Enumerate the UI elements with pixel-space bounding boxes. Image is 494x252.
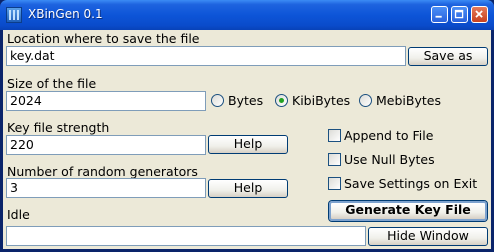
bytes-radio[interactable]	[211, 94, 224, 107]
maximize-button[interactable]	[451, 6, 468, 23]
mebibytes-radio-label[interactable]: MebiBytes	[376, 93, 441, 108]
use-null-bytes-checkbox[interactable]	[328, 153, 341, 166]
save-settings-checkbox[interactable]	[328, 177, 341, 190]
minimize-icon	[435, 15, 442, 18]
kibibytes-radio[interactable]	[275, 94, 288, 107]
strength-input[interactable]: 220	[6, 135, 206, 155]
save-as-button[interactable]: Save as	[408, 47, 488, 66]
strength-help-button[interactable]: Help	[208, 135, 288, 154]
window-client-area: Location where to save the file key.dat …	[3, 30, 491, 249]
size-label: Size of the file	[7, 76, 97, 91]
status-label: Idle	[7, 207, 30, 222]
close-icon	[475, 10, 483, 18]
location-label: Location where to save the file	[7, 31, 200, 46]
app-icon	[6, 7, 22, 23]
generators-label: Number of random generators	[7, 164, 198, 179]
size-input[interactable]: 2024	[6, 91, 206, 111]
strength-label: Key file strength	[7, 120, 110, 135]
use-null-bytes-label[interactable]: Use Null Bytes	[344, 152, 435, 167]
save-settings-label[interactable]: Save Settings on Exit	[344, 176, 477, 191]
title-bar[interactable]: XBinGen 0.1	[0, 0, 494, 30]
minimize-button[interactable]	[431, 6, 448, 23]
bytes-radio-label[interactable]: Bytes	[228, 93, 263, 108]
app-window: XBinGen 0.1 Location where to save the f…	[0, 0, 494, 252]
location-input[interactable]: key.dat	[6, 46, 406, 66]
close-button[interactable]	[471, 6, 488, 23]
generators-help-button[interactable]: Help	[208, 179, 288, 198]
append-to-file-checkbox[interactable]	[328, 129, 341, 142]
generators-input[interactable]: 3	[6, 178, 206, 198]
status-field	[6, 226, 366, 246]
append-to-file-label[interactable]: Append to File	[344, 128, 433, 143]
mebibytes-radio[interactable]	[359, 94, 372, 107]
maximize-icon	[454, 9, 464, 19]
kibibytes-radio-label[interactable]: KibiBytes	[292, 93, 350, 108]
hide-window-button[interactable]: Hide Window	[368, 227, 488, 246]
window-title: XBinGen 0.1	[28, 7, 103, 21]
generate-key-file-button[interactable]: Generate Key File	[329, 201, 487, 221]
